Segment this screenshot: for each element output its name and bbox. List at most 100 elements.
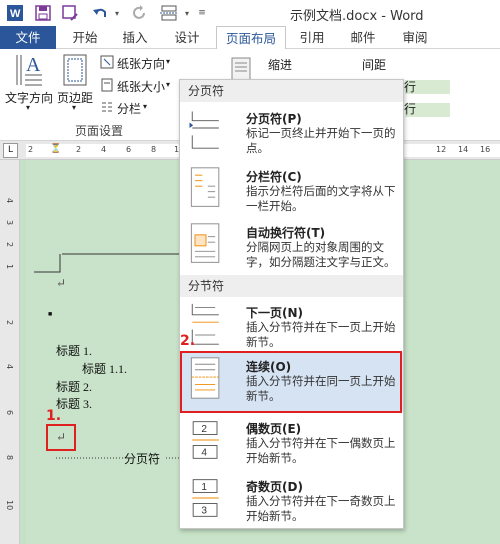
menu-item-page-break[interactable]: 分页符(P) 标记一页终止并开始下一页的点。 bbox=[180, 104, 403, 162]
window-title: 示例文档.docx - Word bbox=[290, 9, 424, 24]
page-setup-group-label: 页面设置 bbox=[75, 124, 124, 138]
ruler-tick: 16 bbox=[480, 145, 491, 154]
bullet: ■ bbox=[48, 310, 53, 318]
ribbon-tab-bar: 文件 开始 插入 设计 页面布局 引用 邮件 审阅 bbox=[0, 26, 500, 50]
indent-marker-icon[interactable]: ⏳ bbox=[50, 144, 61, 154]
breaks-quick-icon[interactable] bbox=[158, 3, 180, 23]
vruler-tick: 1 bbox=[5, 264, 14, 270]
margins-dropdown-icon[interactable]: ▾ bbox=[72, 103, 76, 112]
word-app-icon: W bbox=[6, 3, 24, 23]
heading-2[interactable]: 标题 2. bbox=[56, 378, 92, 395]
ruler-tick: 12 bbox=[436, 145, 447, 154]
menu-item-title: 自动换行符(T) bbox=[246, 226, 326, 240]
redo-icon[interactable] bbox=[130, 3, 150, 23]
vruler-tick: 4 bbox=[5, 198, 14, 204]
heading-1-1[interactable]: 标题 1.1. bbox=[82, 360, 127, 377]
margins-icon[interactable] bbox=[62, 53, 88, 87]
tab-file[interactable]: 文件 bbox=[0, 26, 56, 49]
page-break-line-left bbox=[56, 457, 126, 459]
undo-dropdown-icon[interactable]: ▾ bbox=[112, 3, 122, 23]
ruler-tick: 8 bbox=[151, 145, 157, 154]
tab-mailings[interactable]: 邮件 bbox=[340, 26, 386, 49]
paragraph-settings-icon[interactable] bbox=[230, 57, 254, 81]
annotation-label-2: 2. bbox=[180, 333, 196, 349]
breaks-dropdown-menu: 分页符 分页符(P) 标记一页终止并开始下一页的点。 分栏符(C) 指示分栏符后… bbox=[179, 79, 404, 529]
title-bar: W ▾ ▾ ≡ 示例文档.docx - Word bbox=[0, 0, 500, 26]
page-break-label: 分页符 bbox=[124, 452, 161, 466]
customize-toolbar-icon[interactable]: ≡ bbox=[196, 3, 208, 23]
tab-review[interactable]: 审阅 bbox=[392, 26, 438, 49]
text-direction-icon[interactable]: A bbox=[14, 53, 44, 87]
ruler-tick: 4 bbox=[101, 145, 107, 154]
ruler-tick: 2 bbox=[28, 145, 34, 154]
size-icon[interactable] bbox=[100, 78, 114, 95]
ruler-tick: 6 bbox=[126, 145, 132, 154]
annotation-label-1: 1. bbox=[46, 408, 62, 424]
menu-item-desc: 指示分栏符后面的文字将从下一栏开始。 bbox=[246, 184, 396, 213]
svg-text:A: A bbox=[26, 54, 41, 76]
vruler-tick: 4 bbox=[5, 364, 14, 370]
ruler-tick: 14 bbox=[458, 145, 469, 154]
menu-item-desc: 插入分节符并在下一页上开始新节。 bbox=[246, 320, 396, 349]
section-header-section-breaks: 分节符 bbox=[180, 275, 403, 297]
svg-text:1: 1 bbox=[201, 482, 207, 493]
size-button[interactable]: 纸张大小 bbox=[117, 78, 165, 95]
menu-item-odd-page[interactable]: 13 奇数页(D) 插入分节符并在下一奇数页上开始新节。 bbox=[180, 472, 403, 528]
text-wrapping-icon bbox=[190, 223, 220, 263]
vertical-ruler[interactable]: 4 3 2 1 2 4 6 8 10 bbox=[0, 160, 20, 544]
undo-icon[interactable] bbox=[90, 3, 110, 23]
menu-item-text-wrapping[interactable]: 自动换行符(T) 分隔网页上的对象周围的文字，如分隔题注文字与正文。 bbox=[180, 218, 403, 276]
tab-insert[interactable]: 插入 bbox=[112, 26, 158, 49]
vruler-tick: 2 bbox=[5, 242, 14, 248]
menu-item-desc: 插入分节符并在下一偶数页上开始新节。 bbox=[246, 436, 396, 465]
paragraph-mark: ↵ bbox=[56, 276, 67, 290]
columns-icon[interactable] bbox=[100, 100, 114, 117]
annotation-box-1 bbox=[46, 424, 76, 451]
heading-3[interactable]: 标题 3. bbox=[56, 395, 92, 412]
menu-item-desc: 标记一页终止并开始下一页的点。 bbox=[246, 126, 396, 155]
svg-text:4: 4 bbox=[201, 448, 207, 459]
columns-button[interactable]: 分栏 bbox=[117, 100, 141, 117]
vruler-tick: 6 bbox=[5, 410, 14, 416]
text-direction-dropdown-icon[interactable]: ▾ bbox=[26, 103, 30, 112]
heading-1[interactable]: 标题 1. bbox=[56, 342, 92, 359]
vruler-tick: 10 bbox=[5, 500, 14, 511]
spacing-label: 间距 bbox=[362, 58, 387, 72]
column-break-icon bbox=[190, 167, 220, 207]
menu-item-desc: 分隔网页上的对象周围的文字，如分隔题注文字与正文。 bbox=[246, 240, 396, 269]
svg-text:W: W bbox=[10, 8, 21, 20]
columns-dropdown-icon[interactable]: ▾ bbox=[143, 102, 147, 111]
indent-label: 缩进 bbox=[268, 58, 293, 72]
vruler-tick: 3 bbox=[5, 220, 14, 226]
svg-text:2: 2 bbox=[201, 424, 207, 435]
menu-item-even-page[interactable]: 24 偶数页(E) 插入分节符并在下一偶数页上开始新节。 bbox=[180, 414, 403, 470]
menu-item-title: 下一页(N) bbox=[246, 306, 304, 320]
tab-page-layout[interactable]: 页面布局 bbox=[216, 26, 286, 50]
menu-item-title: 分页符(P) bbox=[246, 112, 302, 126]
page-break-icon bbox=[189, 111, 219, 149]
vruler-tick: 2 bbox=[5, 320, 14, 326]
orientation-button[interactable]: 纸张方向 bbox=[117, 55, 165, 72]
size-dropdown-icon[interactable]: ▾ bbox=[166, 80, 170, 89]
menu-item-title: 奇数页(D) bbox=[246, 480, 303, 494]
save-as-icon[interactable] bbox=[60, 3, 80, 23]
even-page-icon: 24 bbox=[192, 421, 219, 459]
page-corner-marker bbox=[34, 254, 61, 273]
tab-references[interactable]: 引用 bbox=[292, 26, 332, 49]
menu-item-column-break[interactable]: 分栏符(C) 指示分栏符后面的文字将从下一栏开始。 bbox=[180, 162, 403, 218]
menu-item-next-page[interactable]: 下一页(N) 插入分节符并在下一页上开始新节。 bbox=[180, 298, 403, 350]
tab-home[interactable]: 开始 bbox=[62, 26, 108, 49]
tab-selector[interactable]: L bbox=[3, 143, 18, 158]
vruler-tick: 8 bbox=[5, 455, 14, 461]
annotation-box-2 bbox=[180, 351, 402, 413]
odd-page-icon: 13 bbox=[192, 479, 219, 517]
section-header-page-breaks: 分页符 bbox=[180, 80, 403, 102]
spacing-after-unit: 行 bbox=[404, 102, 417, 116]
tab-design[interactable]: 设计 bbox=[164, 26, 210, 49]
orientation-dropdown-icon[interactable]: ▾ bbox=[166, 57, 170, 66]
save-icon[interactable] bbox=[33, 3, 53, 23]
page-break-line-right bbox=[166, 457, 180, 459]
orientation-icon[interactable] bbox=[100, 55, 114, 72]
menu-item-title: 分栏符(C) bbox=[246, 170, 302, 184]
breaks-quick-dropdown-icon[interactable]: ▾ bbox=[182, 3, 192, 23]
